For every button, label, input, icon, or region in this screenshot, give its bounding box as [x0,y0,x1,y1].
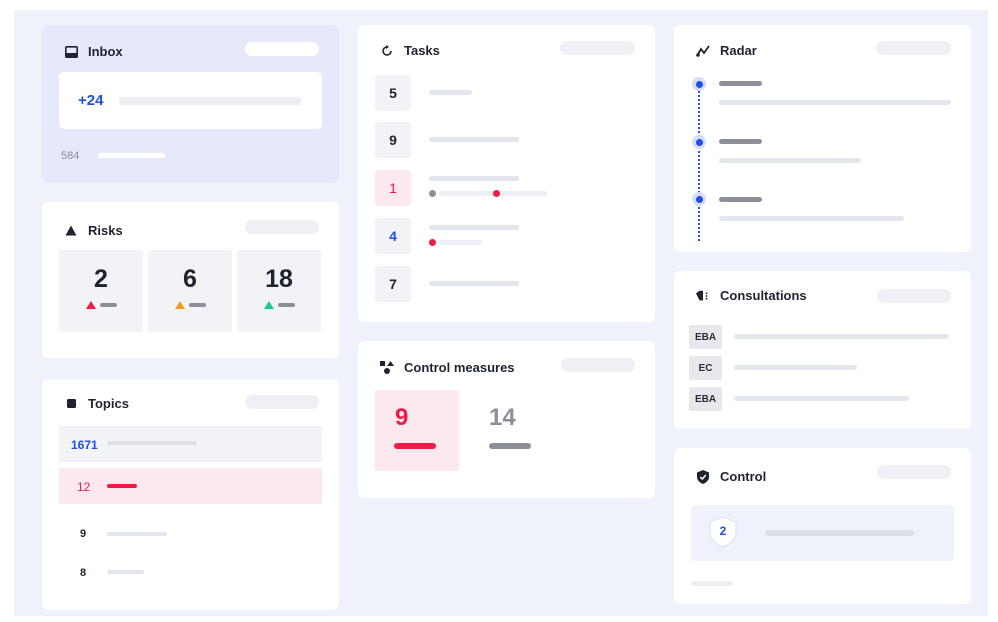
square-icon [64,397,78,411]
topics-card[interactable]: Topics 1671 12 9 8 [42,379,339,610]
consultation-placeholder [734,396,909,401]
task-placeholder [429,281,519,286]
consultations-header-pill [877,289,951,303]
risk-medium-indicator [175,301,185,309]
topic-row-placeholder [107,570,144,574]
consultation-placeholder [734,365,857,370]
refresh-icon [380,44,394,58]
control-footer-placeholder [691,581,733,586]
consultation-placeholder [734,334,949,339]
inbox-new-placeholder [119,97,301,105]
risk-low-line [278,303,295,307]
inbox-header-pill [245,42,319,56]
control-measures-title: Control measures [380,360,515,375]
consultation-tag[interactable]: EBA [689,387,722,411]
risks-header-pill [245,220,319,234]
inbox-title: Inbox [64,44,123,59]
task-item[interactable]: 5 [375,75,411,111]
task-item[interactable]: 7 [375,266,411,302]
tasks-title: Tasks [380,43,440,58]
consultation-tag[interactable]: EC [689,356,722,380]
radar-title: Radar [696,43,757,58]
topics-title: Topics [64,396,129,411]
risk-item-low[interactable]: 18 [237,250,321,332]
control-measures-primary[interactable]: 9 [375,390,459,471]
control-title: Control [696,469,766,484]
consultation-tag[interactable]: EBA [689,325,722,349]
control-panel[interactable]: 2 [691,505,954,561]
radar-item-desc [719,100,951,105]
control-placeholder [765,530,914,536]
topic-row-placeholder [107,532,167,536]
risks-card[interactable]: Risks 2 6 18 [42,202,339,358]
task-placeholder [429,225,519,230]
risk-high-line [100,303,117,307]
task-progress-track [439,240,482,245]
task-item[interactable]: 1 [375,170,411,206]
risks-title: Risks [64,223,123,238]
tasks-card[interactable]: Tasks 5 9 1 4 7 [358,25,655,322]
radar-node[interactable] [692,77,706,91]
control-measures-secondary[interactable]: 14 [472,390,556,471]
radar-icon [696,44,710,58]
task-placeholder [429,176,519,181]
task-progress-marker [493,190,500,197]
control-header-pill [877,465,951,479]
risk-item-high[interactable]: 2 [59,250,143,332]
inbox-icon [64,45,78,59]
inbox-total-placeholder [98,153,165,158]
control-card[interactable]: Control 2 [674,448,971,604]
radar-item-title [719,139,762,144]
task-progress-start [429,190,436,197]
radar-item-title [719,81,762,86]
control-measures-primary-bar [394,443,436,449]
radar-item-desc [719,158,861,163]
consultations-title: Consultations [696,288,807,303]
task-item[interactable]: 4 [375,218,411,254]
task-progress-marker [429,239,436,246]
radar-node[interactable] [692,192,706,206]
speaker-icon [696,289,710,303]
topics-header-pill [245,395,319,409]
risk-medium-line [189,303,206,307]
radar-node[interactable] [692,135,706,149]
tasks-header-pill [560,41,635,55]
control-value: 2 [719,524,727,538]
task-placeholder [429,137,519,142]
consultations-card[interactable]: Consultations EBA EC EBA [674,271,971,429]
risk-low-indicator [264,301,274,309]
topic-row-bar [107,484,137,488]
topic-row-placeholder [107,441,197,445]
inbox-total: 584 [61,150,80,162]
control-measures-secondary-bar [489,443,531,449]
task-item[interactable]: 9 [375,122,411,158]
radar-timeline [698,87,700,241]
control-measures-card[interactable]: Control measures 9 14 [358,341,655,498]
task-placeholder [429,90,472,95]
shield-check-icon [696,469,710,484]
radar-header-pill [876,41,951,55]
triangle-icon [64,224,78,238]
radar-item-desc [719,216,904,221]
topic-row[interactable]: 1671 [59,426,322,462]
radar-item-title [719,197,762,202]
topic-row[interactable]: 9 [59,516,322,552]
risk-item-medium[interactable]: 6 [148,250,232,332]
inbox-new-count: +24 [78,92,104,109]
shapes-icon [380,361,394,375]
inbox-new-panel[interactable]: +24 [59,72,322,129]
radar-card[interactable]: Radar [674,25,971,252]
control-measures-header-pill [561,358,635,372]
topic-row[interactable]: 8 [59,555,322,591]
topic-row[interactable]: 12 [59,468,322,504]
risk-high-indicator [86,301,96,309]
inbox-card[interactable]: Inbox +24 584 [42,25,339,183]
